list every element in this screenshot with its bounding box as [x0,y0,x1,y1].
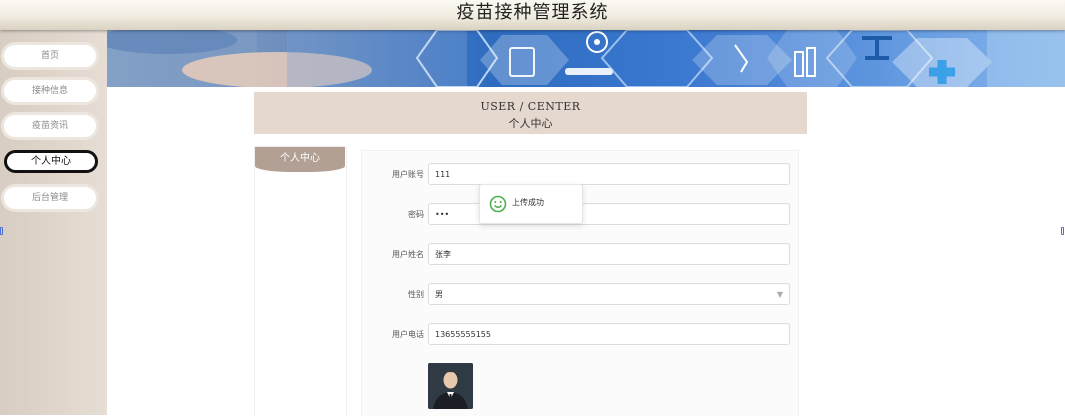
avatar-photo-icon [428,363,473,409]
form-row-name: 用户姓名 张李 [362,238,798,272]
sidebar-item-admin[interactable]: 后台管理 [4,187,96,209]
name-input[interactable]: 张李 [428,243,790,265]
sidebar-item-user-center[interactable]: 个人中心 [4,150,98,173]
account-input[interactable]: 111 [428,163,790,185]
form-row-phone: 用户电话 13655555155 [362,318,798,352]
left-menu-column [254,146,347,416]
avatar[interactable] [428,363,473,409]
app-title: 疫苗接种管理系统 [456,2,609,23]
user-center-header: USER / CENTER 个人中心 [254,92,807,134]
header-english-title: USER / CENTER [480,100,581,113]
chevron-down-icon: ▼ [776,290,783,299]
left-edge-marker [0,227,3,235]
phone-label: 用户电话 [392,330,424,339]
gender-value: 男 [435,290,443,299]
gender-select[interactable]: 男 ▼ [428,283,790,305]
right-edge-marker [1061,227,1064,235]
sidebar-item-home[interactable]: 首页 [4,45,96,67]
title-bar: 疫苗接种管理系统 [0,0,1065,30]
toast-message: 上传成功 [512,198,544,207]
form-row-gender: 性别 男 ▼ [362,278,798,312]
password-label: 密码 [408,210,424,219]
upload-success-toast: 上传成功 [479,184,583,224]
name-label: 用户姓名 [392,250,424,259]
sidebar-item-vaccination-info[interactable]: 接种信息 [4,80,96,102]
banner-image [107,30,1065,87]
account-label: 用户账号 [392,170,424,179]
gender-label: 性别 [408,290,424,299]
sidebar-item-vaccine-news[interactable]: 疫苗资讯 [4,115,96,137]
sidebar: 首页 接种信息 疫苗资讯 个人中心 后台管理 [0,30,107,415]
smile-icon [489,195,507,213]
tab-user-center[interactable]: 个人中心 [255,147,345,172]
phone-input[interactable]: 13655555155 [428,323,790,345]
header-chinese-title: 个人中心 [508,117,553,130]
